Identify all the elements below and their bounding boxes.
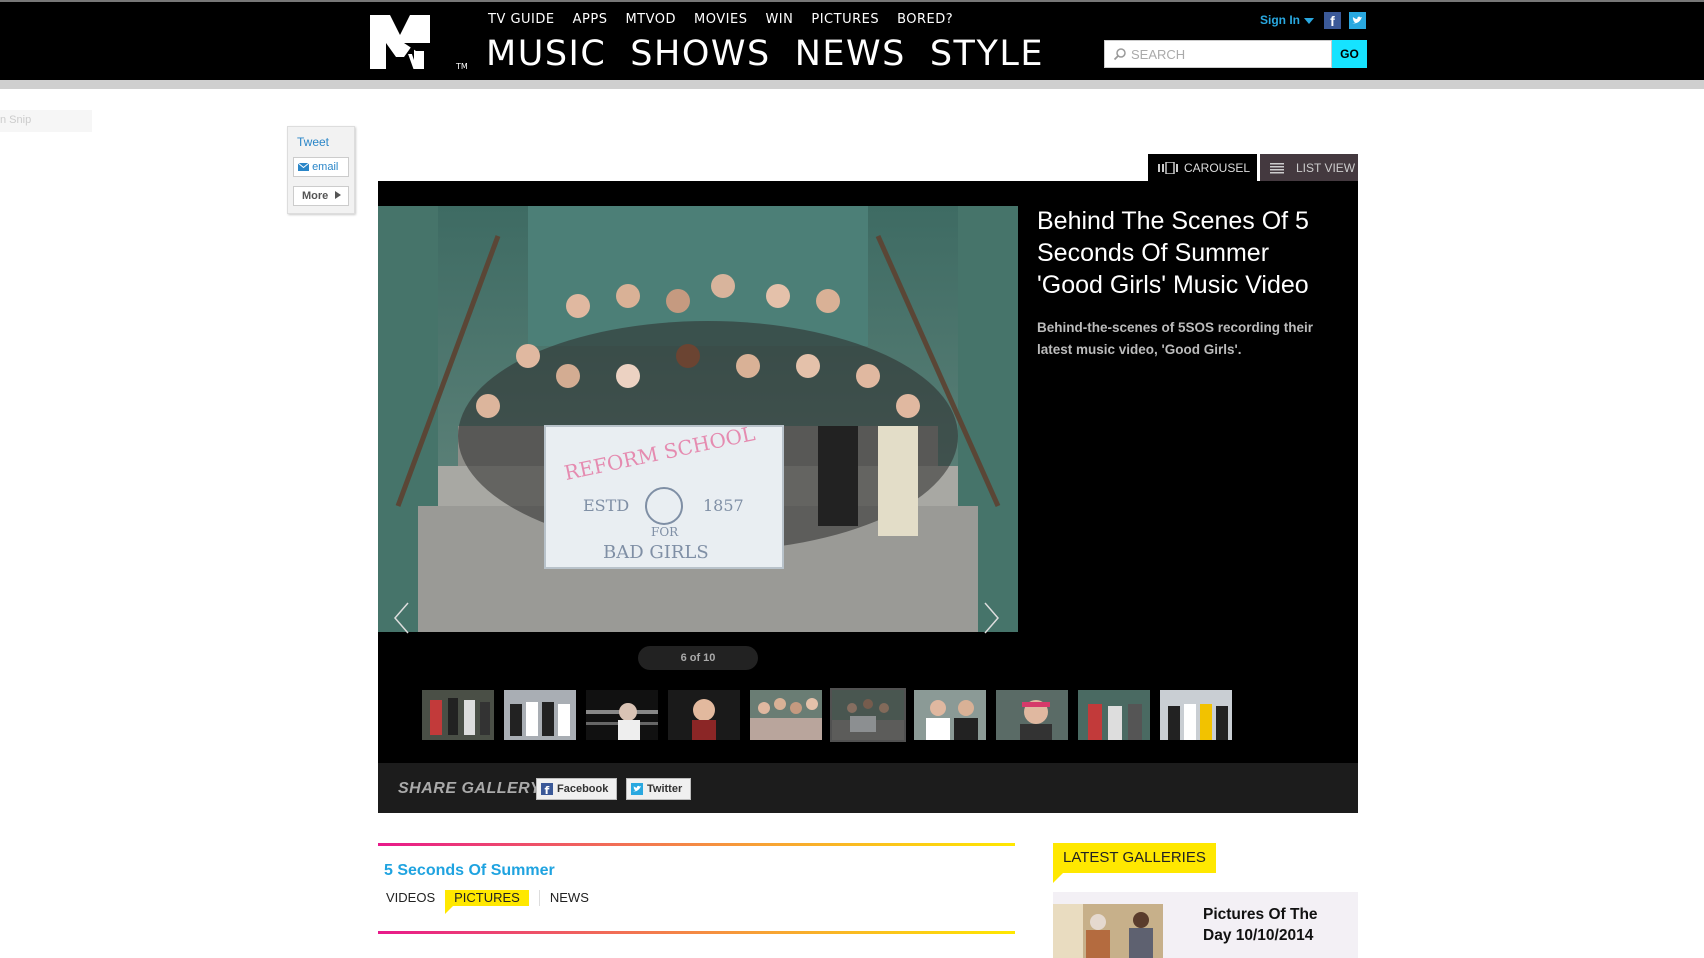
nav-movies[interactable]: MOVIES [694, 12, 747, 27]
search-go-button[interactable]: GO [1332, 40, 1367, 68]
slide-counter: 6 of 10 [638, 646, 758, 670]
gallery-title: Behind The Scenes Of 5 Seconds Of Summer… [1037, 207, 1309, 299]
thumbnail[interactable] [1078, 690, 1150, 740]
nav-news[interactable]: NEWS [795, 34, 906, 74]
more-label: More [302, 190, 329, 202]
search-box [1104, 40, 1332, 68]
sign-year: 1857 [703, 496, 744, 515]
thumbnail[interactable] [914, 690, 986, 740]
mtv-logo[interactable]: V TM [368, 13, 472, 71]
divider-top [378, 843, 1015, 846]
share-facebook-button[interactable]: f Facebook [536, 778, 617, 800]
thumbnail-active[interactable] [830, 688, 906, 742]
thumbnail-strip [422, 688, 1242, 742]
latest-gallery-item[interactable]: Pictures Of The Day 10/10/2014 [1053, 892, 1358, 958]
nav-tv-guide[interactable]: TV GUIDE [488, 12, 555, 27]
thumbnail[interactable] [1160, 690, 1232, 740]
thumbnail[interactable] [504, 690, 576, 740]
header-divider [0, 80, 1704, 89]
share-gallery-label: SHARE GALLERY [398, 780, 542, 797]
share-twitter-button[interactable]: Twitter [626, 778, 691, 800]
share-facebook-label: Facebook [557, 783, 609, 795]
svg-text:TM: TM [455, 62, 468, 71]
share-widget: Tweet email More [287, 126, 355, 214]
gallery-photo: REFORM SCHOOL ESTD 1857 FOR BAD GIRLS [378, 206, 1018, 632]
tweet-link[interactable]: Tweet [297, 135, 329, 149]
tab-news[interactable]: NEWS [550, 890, 589, 906]
nav-mtvod[interactable]: MTVOD [625, 12, 676, 27]
twitter-icon[interactable] [1349, 12, 1366, 29]
envelope-icon [297, 162, 310, 172]
gallery-description: Behind-the-scenes of 5SOS recording thei… [1037, 320, 1314, 357]
nav-apps[interactable]: APPS [573, 12, 608, 27]
nav-style[interactable]: STYLE [930, 34, 1044, 74]
tab-carousel[interactable]: CAROUSEL [1148, 154, 1257, 182]
nav-music[interactable]: MUSIC [486, 34, 606, 74]
thumbnail[interactable] [586, 690, 658, 740]
tab-list-view[interactable]: LIST VIEW [1260, 154, 1358, 182]
facebook-icon: f [541, 783, 553, 795]
thumbnail[interactable] [422, 690, 494, 740]
snip-label: n Snip [0, 110, 92, 132]
sign-in-link[interactable]: Sign In [1260, 13, 1314, 27]
email-label: email [312, 161, 339, 173]
nav-bored[interactable]: BORED? [897, 12, 953, 27]
latest-galleries-heading: LATEST GALLERIES [1053, 843, 1216, 883]
facebook-icon[interactable]: f [1324, 12, 1341, 29]
search-input[interactable] [1131, 44, 1326, 64]
primary-nav: MUSIC SHOWS NEWS STYLE [486, 34, 1068, 74]
list-icon [1270, 163, 1284, 174]
share-twitter-label: Twitter [647, 783, 683, 795]
more-button[interactable]: More [293, 186, 349, 206]
thumbnail[interactable] [996, 690, 1068, 740]
chevron-down-icon [1304, 17, 1314, 24]
nav-shows[interactable]: SHOWS [630, 34, 770, 74]
tab-separator [538, 890, 540, 906]
carousel-icon [1158, 162, 1178, 174]
previous-arrow-icon[interactable] [392, 601, 412, 635]
artist-tabs: VIDEOS PICTURES NEWS [386, 890, 607, 914]
twitter-icon [631, 783, 643, 795]
secondary-nav: TV GUIDE APPS MTVOD MOVIES WIN PICTURES … [488, 12, 971, 27]
latest-gallery-thumbnail [1053, 904, 1163, 958]
svg-text:f: f [545, 784, 550, 795]
sign-estd: ESTD [583, 496, 629, 515]
svg-text:V: V [408, 50, 424, 71]
caret-right-icon [335, 191, 342, 199]
nav-pictures[interactable]: PICTURES [811, 12, 879, 27]
tab-carousel-label: CAROUSEL [1184, 161, 1251, 175]
artist-name-link[interactable]: 5 Seconds Of Summer [384, 862, 555, 880]
share-gallery-bar: SHARE GALLERY f Facebook Twitter [378, 763, 1358, 813]
sign-for: FOR [651, 525, 679, 539]
tab-videos[interactable]: VIDEOS [386, 890, 435, 906]
tab-list-view-label: LIST VIEW [1296, 161, 1356, 175]
sign-in-label: Sign In [1260, 13, 1300, 27]
nav-win[interactable]: WIN [765, 12, 793, 27]
tab-pictures[interactable]: PICTURES [445, 890, 529, 914]
latest-gallery-title: Pictures Of The Day 10/10/2014 [1203, 906, 1318, 944]
thumbnail[interactable] [750, 690, 822, 740]
next-arrow-icon[interactable] [981, 601, 1001, 635]
search-icon [1113, 48, 1126, 61]
thumbnail[interactable] [668, 690, 740, 740]
sign-bad-girls: BAD GIRLS [603, 542, 709, 563]
divider-bottom [378, 931, 1015, 934]
email-button[interactable]: email [293, 157, 349, 177]
